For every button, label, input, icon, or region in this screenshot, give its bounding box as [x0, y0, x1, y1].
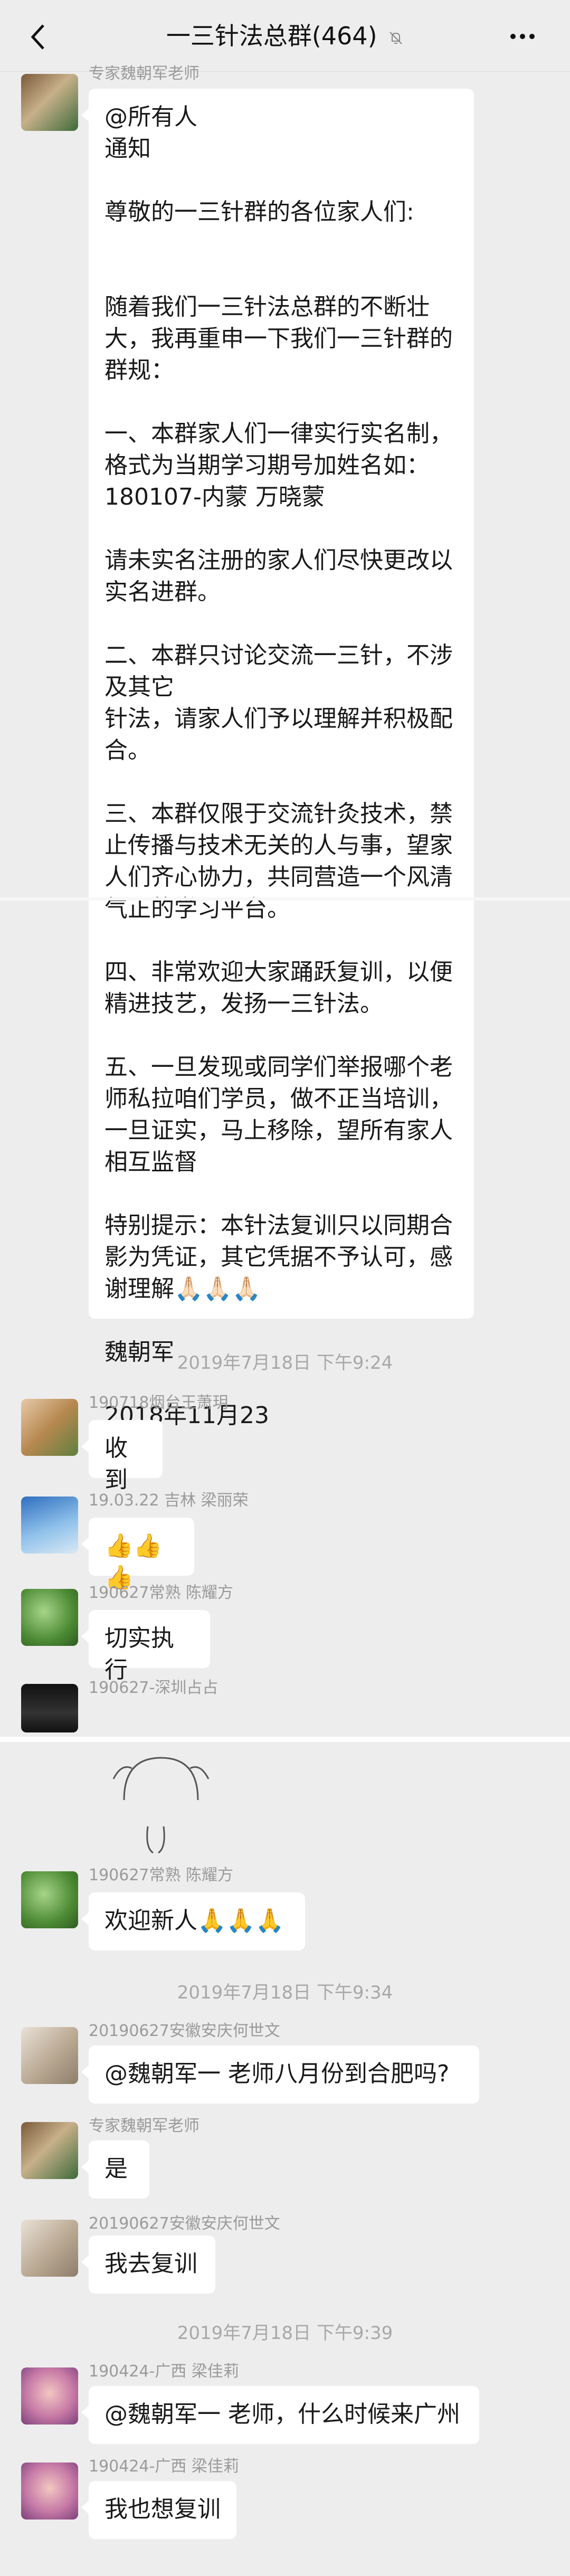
notice-line: 相互监督	[104, 1149, 197, 1176]
notice-line: 随着我们一三针法总群的不断壮	[104, 293, 430, 320]
avatar[interactable]	[21, 2463, 78, 2520]
message-text: 我也想复训	[104, 2496, 221, 2523]
notice-line: 实名进群。	[104, 579, 221, 605]
timestamp: 2019年7月18日 下午9:34	[177, 1982, 393, 2003]
message-bubble[interactable]: @魏朝军一 老师八月份到合肥吗?	[81, 2045, 479, 2104]
notice-line	[104, 1305, 458, 1337]
message-bubble[interactable]: 切实执行	[81, 1610, 210, 1683]
sender-name: 20190627安徽安庆何世文	[89, 2022, 280, 2040]
avatar[interactable]	[21, 1497, 78, 1554]
notice-line: 一旦证实，马上移除，望所有家人	[104, 1117, 453, 1144]
sender-name: 19.03.22 吉林 梁丽荣	[89, 1491, 249, 1510]
message-text: 欢迎新人🙏🙏🙏	[104, 1907, 284, 1934]
notice-line	[104, 608, 458, 640]
message-text: @魏朝军一 老师，什么时候来广州	[104, 2401, 460, 2428]
message-text: 收到	[104, 1435, 128, 1493]
sender-name: 190424-广西 梁佳莉	[89, 2362, 239, 2381]
notice-line: 五、一旦发现或同学们举报哪个老	[104, 1054, 453, 1081]
message-text: 是	[104, 2155, 128, 2182]
notice-text: @所有人通知尊敬的一三针群的各位家人们: 随着我们一三针法总群的不断壮 大，我再重申…	[104, 101, 458, 1432]
message-text: 👍👍👍	[104, 1532, 163, 1591]
avatar[interactable]	[21, 2220, 78, 2277]
notice-line	[104, 925, 458, 956]
notice-line: 三、本群仅限于交流针灸技术，禁	[104, 800, 453, 827]
notice-line: 合。	[104, 737, 151, 764]
sender-name: 190627-深圳占占	[89, 1679, 218, 1697]
notice-line: 谢理解🙏🏻🙏🏻🙏🏻	[104, 1275, 261, 1302]
notice-line: 止传播与技术无关的人与事，望家	[104, 832, 453, 859]
sender-name: 20190627安徽安庆何世文	[89, 2214, 280, 2233]
avatar[interactable]	[21, 1684, 78, 1732]
message-bubble[interactable]: @魏朝军一 老师，什么时候来广州	[81, 2386, 479, 2444]
message-bubble[interactable]: @所有人通知尊敬的一三针群的各位家人们: 随着我们一三针法总群的不断壮 大，我再重申…	[81, 89, 474, 1429]
screenshot-seam	[0, 897, 570, 901]
notice-line: 格式为当期学习期号加姓名如：	[104, 452, 430, 479]
notice-line	[104, 260, 458, 291]
notice-line: 180107-内蒙 万晓蒙	[104, 484, 325, 510]
notice-line: 请未实名注册的家人们尽快更改以	[104, 547, 453, 574]
notice-line: 大，我再重申一下我们一三针群的	[104, 325, 453, 352]
message-text: 切实执行	[104, 1625, 174, 1683]
bell-off-icon	[390, 31, 402, 44]
notice-line	[104, 165, 458, 196]
notice-line	[104, 766, 458, 798]
screenshot-seam	[0, 1737, 570, 1742]
notice-line: @所有人	[104, 103, 197, 130]
notice-line: 特别提示：本针法复训只以同期合	[104, 1212, 453, 1239]
avatar[interactable]	[21, 2367, 78, 2425]
notice-line: 精进技艺，发扬一三针法。	[104, 990, 383, 1017]
notice-line: 及其它	[104, 674, 174, 700]
notice-line: 针法，请家人们予以理解并积极配	[104, 705, 453, 732]
notice-line: 四、非常欢迎大家踊跃复训，以便	[104, 959, 453, 986]
avatar[interactable]	[21, 1399, 78, 1456]
more-dots-icon[interactable]	[501, 23, 544, 50]
notice-line: 师私拉咱们学员，做不正当培训，	[104, 1085, 453, 1112]
sender-name: 专家魏朝军老师	[89, 64, 200, 83]
chat-header: 一三针法总群(464)	[0, 0, 570, 72]
sender-name: 190718烟台王萧玥	[89, 1394, 229, 1412]
sender-name: 190627常熟 陈耀方	[89, 1584, 234, 1602]
notice-line: 一、本群家人们一律实行实名制，	[104, 420, 453, 447]
notice-line: 尊敬的一三针群的各位家人们:	[104, 198, 414, 225]
sender-name: 专家魏朝军老师	[89, 2117, 200, 2135]
chat-title: 一三针法总群(464)	[0, 20, 570, 52]
notice-line	[104, 1178, 458, 1210]
chat-title-text: 一三针法总群(464)	[166, 22, 377, 50]
notice-line	[104, 228, 458, 260]
message-bubble[interactable]: 是	[81, 2141, 149, 2199]
message-text: @魏朝军一 老师八月份到合肥吗?	[104, 2060, 450, 2087]
notice-line: 二、本群只讨论交流一三针，不涉	[104, 642, 453, 669]
message-bubble[interactable]: 👍👍👍	[81, 1518, 194, 1591]
notice-line	[104, 513, 458, 545]
timestamp: 2019年7月18日 下午9:24	[177, 1352, 393, 1374]
message-bubble[interactable]: 欢迎新人🙏🙏🙏	[81, 1892, 305, 1950]
avatar[interactable]	[21, 2122, 78, 2179]
sender-name: 190627常熟 陈耀方	[89, 1866, 234, 1884]
timestamp: 2019年7月18日 下午9:39	[177, 2323, 393, 2344]
message-bubble[interactable]: 收到	[81, 1420, 163, 1493]
avatar[interactable]	[21, 1589, 78, 1646]
message-text: 我去复训	[104, 2250, 197, 2277]
message-bubble[interactable]: 我去复训	[81, 2236, 215, 2294]
avatar[interactable]	[21, 2027, 78, 2084]
notice-line: 影为凭证，其它凭据不予认可，感	[104, 1244, 453, 1271]
notice-line: 群规：	[104, 357, 174, 384]
sender-name: 190424-广西 梁佳莉	[89, 2457, 239, 2476]
message-bubble[interactable]: 我也想复训	[81, 2481, 236, 2539]
notice-line: 人们齐心协力，共同营造一个风清	[104, 864, 453, 891]
avatar[interactable]	[21, 1871, 78, 1928]
sticker-image[interactable]	[103, 1747, 219, 1863]
notice-line	[104, 386, 458, 418]
avatar[interactable]	[21, 74, 78, 131]
notice-line: 通知	[104, 135, 151, 162]
notice-line	[104, 1020, 458, 1052]
